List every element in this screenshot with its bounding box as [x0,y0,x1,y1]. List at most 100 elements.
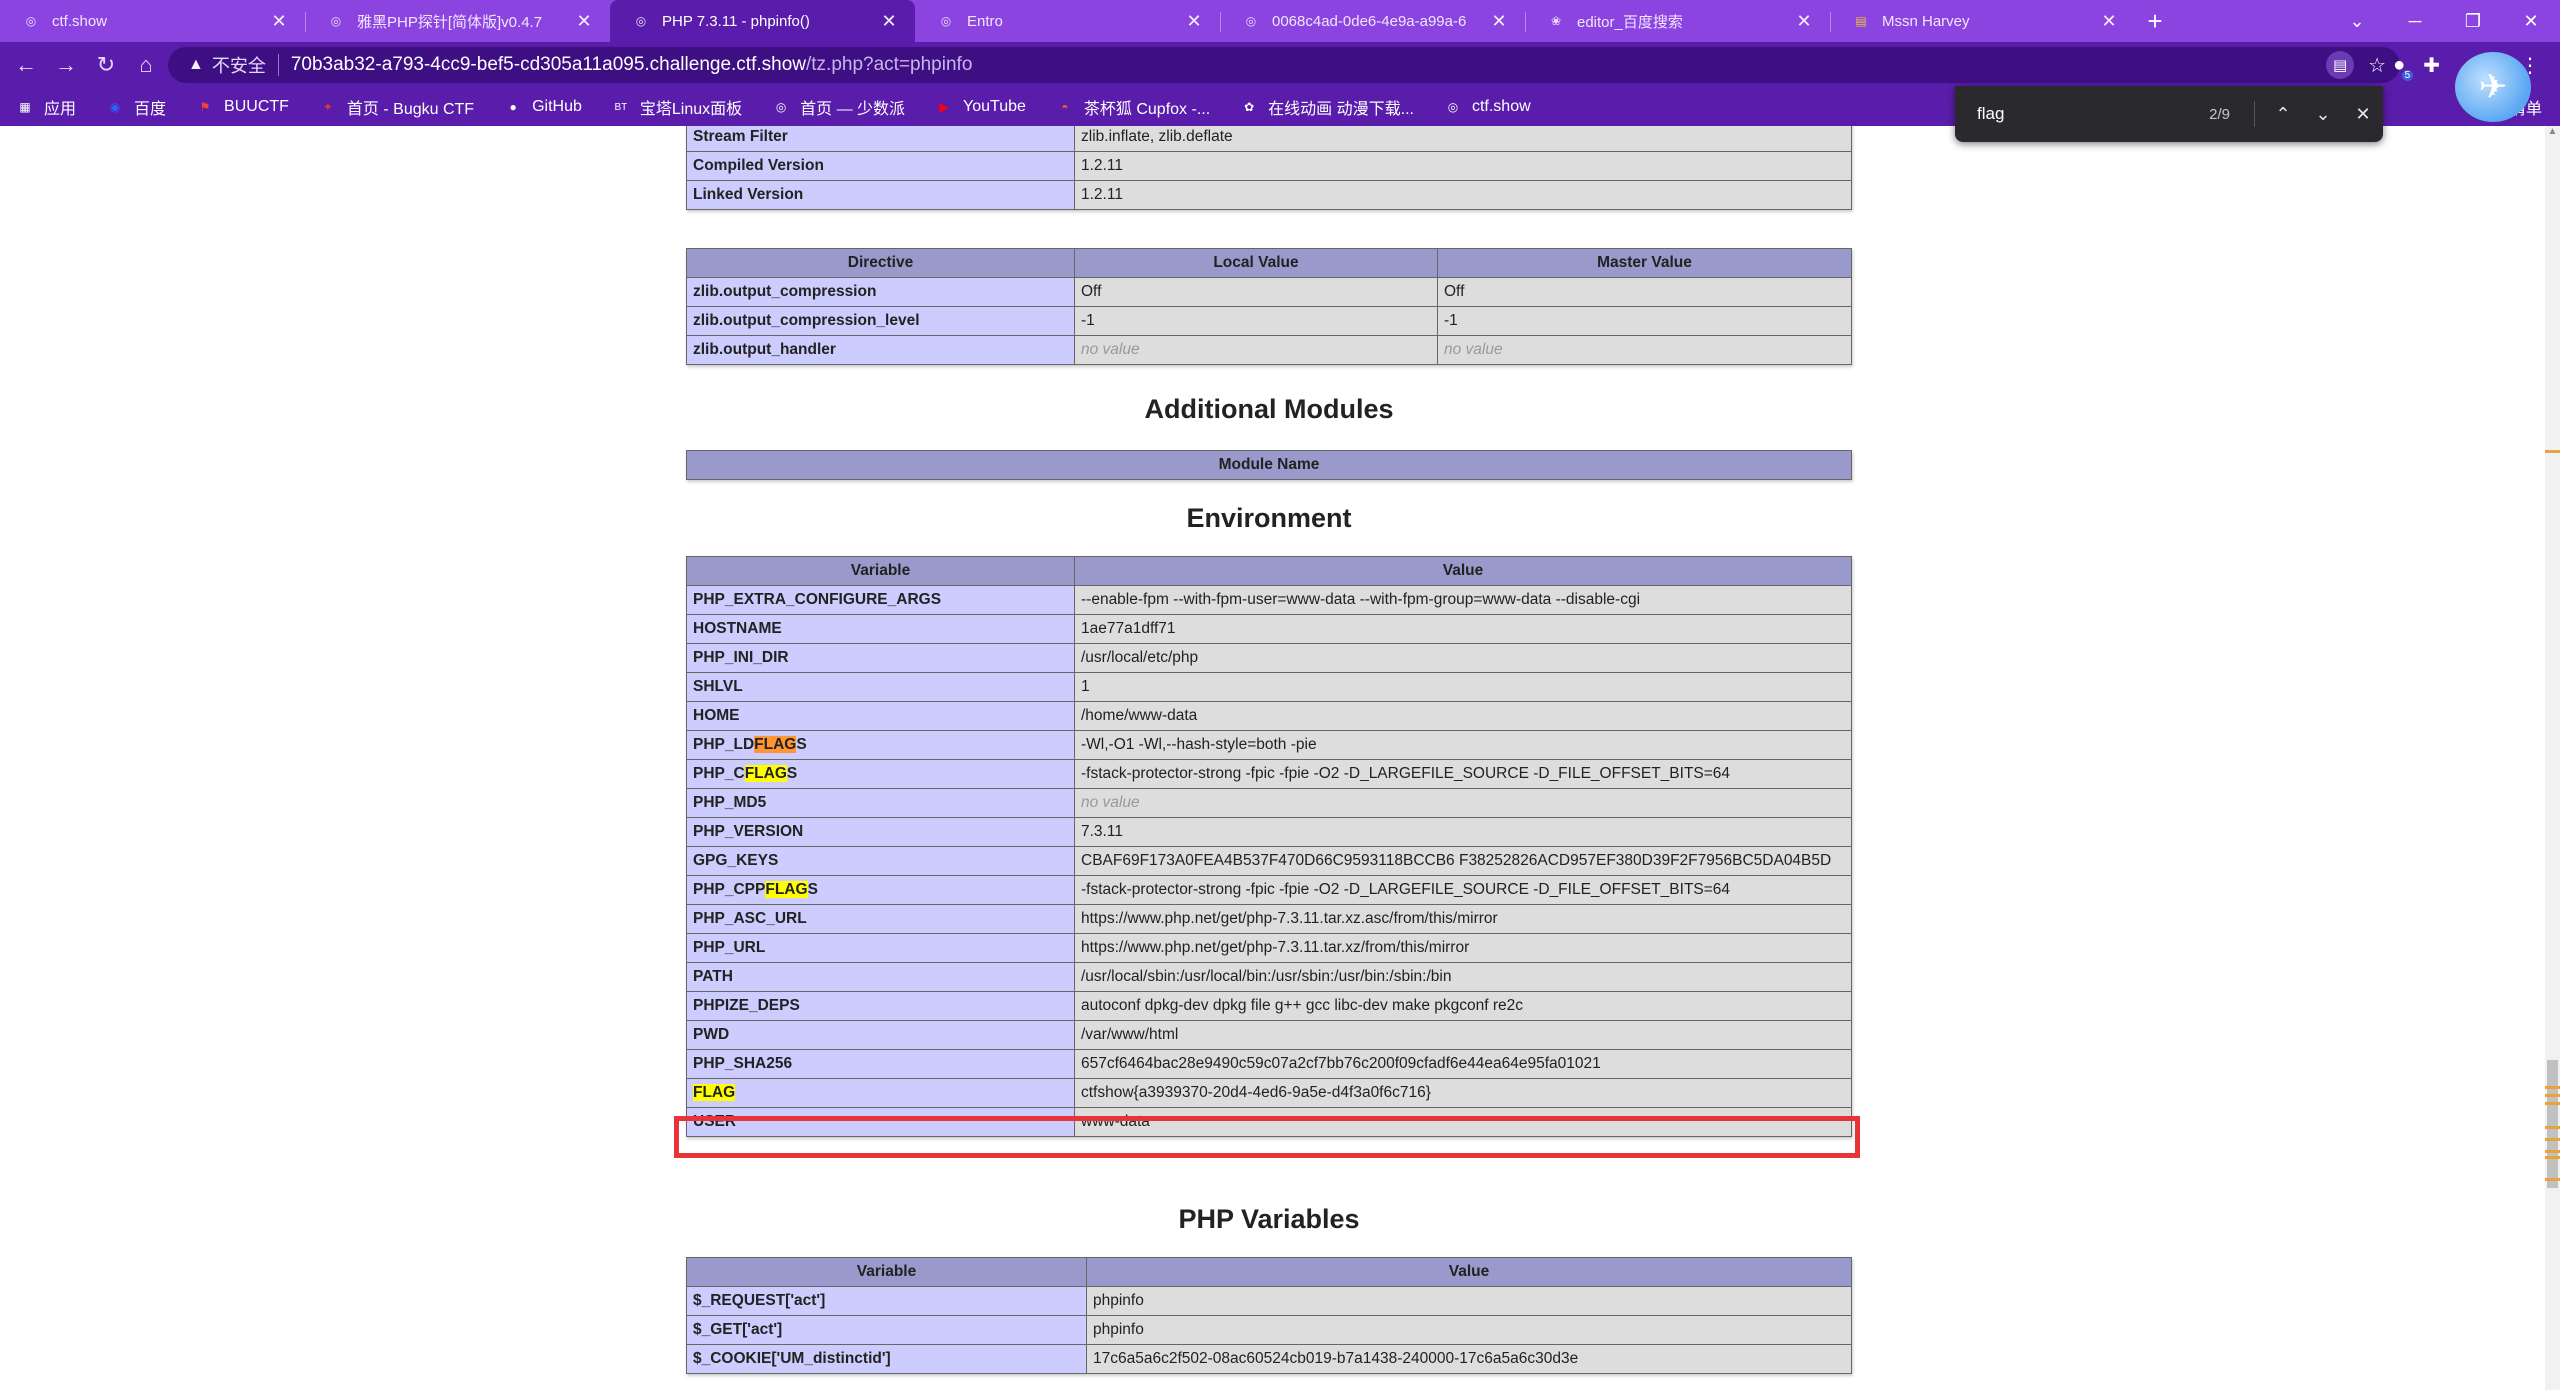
table-row: PHP_VERSION 7.3.11 [686,817,1852,847]
bookmark-item[interactable]: ▶ YouTube [935,98,1026,116]
apps-icon: ▦ [19,100,31,114]
bookmark-label: 首页 — 少数派 [800,101,906,118]
table-header-row: Directive Local Value Master Value [686,248,1852,278]
close-window-button[interactable]: ✕ [2502,11,2560,32]
table-row: PHP_EXTRA_CONFIGURE_ARGS --enable-fpm --w… [686,585,1852,615]
bookmark-item[interactable]: ⚑ BUUCTF [196,98,289,116]
url-host: 70b3ab32-a793-4cc9-bef5-cd305a11a095.cha… [290,54,806,75]
bookmark-item[interactable]: ● GitHub [504,98,581,116]
name-prefix: PHP_C [693,765,745,782]
php-variable-value: 17c6a5a6c2f502-08ac60524cb019-b7a1438-24… [1086,1344,1852,1374]
find-bar: flag 2/9 ⌃ ⌄ ✕ [1955,86,2383,142]
reload-button[interactable]: ↻ [86,45,126,85]
page-scrollbar[interactable]: ▲ [2545,126,2560,1390]
bird-extension-icon[interactable]: ✈ [2455,52,2531,122]
table-row: $_REQUEST['act'] phpinfo [686,1286,1852,1316]
find-close-button[interactable]: ✕ [2343,104,2383,125]
master-value: Off [1437,277,1852,307]
env-variable-value: https://www.php.net/get/php-7.3.11.tar.x… [1074,904,1852,934]
minimize-button[interactable]: ─ [2386,11,2444,32]
bookmark-star-icon[interactable]: ☆ [2368,53,2386,78]
bookmark-list: ▦ 应用 ◉ 百度 ⚑ BUUCTF ✦ 首页 - Bugku CTF ● GitHub BT 宝塔L… [16,95,1561,119]
tab-close-icon[interactable]: ✕ [574,11,594,32]
tab-close-icon[interactable]: ✕ [1184,11,1204,32]
flag-annotation-box [674,1116,1860,1158]
php-variables-table-wrap: Variable Value $_REQUEST['act'] phpinfo $_… [686,1257,1852,1374]
tab[interactable]: ◎ 雅黑PHP探针[简体版]v0.4.7 ✕ [305,0,610,42]
find-match-count: 2/9 [2209,105,2230,123]
home-button[interactable]: ⌂ [126,45,166,85]
bookmark-item[interactable]: ◓ 茶杯狐 Cupfox -... [1056,95,1210,119]
tab[interactable]: ◎ ctf.show ✕ [0,0,305,42]
environment-table: Variable Value PHP_EXTRA_CONFIGURE_ARGS -… [686,556,1852,1137]
env-variable-value: --enable-fpm --with-fpm-user=www-data --… [1074,585,1852,615]
name-suffix: S [807,881,818,898]
tab[interactable]: ❀ editor_百度搜索 ✕ [1525,0,1830,42]
bookmark-item[interactable]: ▦ 应用 [16,95,76,119]
env-variable-name: SHLVL [686,672,1075,702]
tab-title: ctf.show [52,12,108,30]
header-local-value: Local Value [1074,248,1438,278]
find-next-button[interactable]: ⌄ [2303,104,2343,125]
page-action-icon[interactable]: ▤ [2326,51,2355,79]
bookmark-label: 宝塔Linux面板 [639,101,743,118]
local-value: no value [1074,335,1438,365]
tab[interactable]: ▤ Mssn Harvey ✕ [1830,0,2135,42]
find-input[interactable]: flag [1977,104,2209,124]
address-bar-actions: ▤ ☆ [2326,51,2386,79]
env-variable-value: no value [1074,788,1852,818]
warning-icon[interactable]: ▲ [188,56,204,74]
bookmark-item[interactable]: ◎ 首页 — 少数派 [772,95,905,119]
restore-button[interactable]: ❐ [2444,11,2502,32]
scroll-up-arrow[interactable]: ▲ [2545,126,2560,141]
tab-title: PHP 7.3.11 - phpinfo() [662,12,810,30]
table-row-flag: FLAG ctfshow{a3939370-20d4-4ed6-9a5e-d4f3… [686,1078,1852,1108]
tab-search-icon[interactable]: ⌄ [2328,11,2386,32]
cupfox-icon: ◓ [1061,100,1069,114]
tab-close-icon[interactable]: ✕ [2099,11,2119,32]
env-variable-value: 7.3.11 [1074,817,1852,847]
puzzle-icon[interactable]: ✚ [2423,53,2440,78]
env-variable-value: 1ae77a1dff71 [1074,614,1852,644]
anime-icon: ✿ [1244,100,1255,114]
row-value: 1.2.11 [1074,151,1852,181]
zlib-info-table: Stream Filter zlib.inflate, zlib.deflate C… [686,126,1852,210]
tab-close-icon[interactable]: ✕ [1489,11,1509,32]
find-previous-button[interactable]: ⌃ [2263,104,2303,125]
tab-close-icon[interactable]: ✕ [1794,11,1814,32]
table-row: zlib.output_compression_level -1 -1 [686,306,1852,336]
bookmark-item[interactable]: ◎ ctf.show [1444,98,1531,116]
bookmark-item[interactable]: ◉ 百度 [106,95,166,119]
env-variable-value: ctfshow{a3939370-20d4-4ed6-9a5e-d4f3a0f6… [1074,1078,1852,1108]
zlib-info-table-wrap: Stream Filter zlib.inflate, zlib.deflate C… [686,126,1852,210]
row-name: Stream Filter [686,126,1075,152]
tab-close-icon[interactable]: ✕ [879,11,899,32]
tab[interactable]: ◎ Entro ✕ [915,0,1220,42]
bookmark-item[interactable]: BT 宝塔Linux面板 [612,95,742,119]
table-row: PHP_CPPFLAGS -fstack-protector-strong -fp… [686,875,1852,905]
env-variable-name: PHP_VERSION [686,817,1075,847]
address-bar[interactable]: ▲ 不安全 70b3ab32-a793-4cc9-bef5-cd305a11a0… [168,47,2400,83]
find-highlight: FLAG [693,1084,736,1101]
tab-close-icon[interactable]: ✕ [269,11,289,32]
heading-additional-modules: Additional Modules [1144,394,1394,424]
env-variable-name: PHP_SHA256 [686,1049,1075,1079]
tab-active[interactable]: ◎ PHP 7.3.11 - phpinfo() ✕ [610,0,915,42]
new-tab-button[interactable]: + [2135,0,2175,42]
env-variable-name: PHP_INI_DIR [686,643,1075,673]
extension-icon[interactable]: ● 5 [2393,54,2414,81]
directive-name: zlib.output_handler [686,335,1075,365]
php-variable-value: phpinfo [1086,1286,1852,1316]
forward-button[interactable]: → [46,45,86,85]
header-module-name: Module Name [686,450,1852,480]
env-variable-name: PHP_MD5 [686,788,1075,818]
table-row: PATH/usr/local/sbin:/usr/local/bin:/usr/… [686,962,1852,992]
header-directive: Directive [686,248,1075,278]
bookmark-item[interactable]: ✿ 在线动画 动漫下载... [1240,95,1414,119]
bookmark-item[interactable]: ✦ 首页 - Bugku CTF [319,95,474,119]
scrollbar-thumb[interactable] [2547,1060,2558,1188]
back-button[interactable]: ← [6,45,46,85]
env-variable-name: HOSTNAME [686,614,1075,644]
env-variable-name: FLAG [686,1078,1075,1108]
tab[interactable]: ◎ 0068c4ad-0de6-4e9a-a99a-6 ✕ [1220,0,1525,42]
